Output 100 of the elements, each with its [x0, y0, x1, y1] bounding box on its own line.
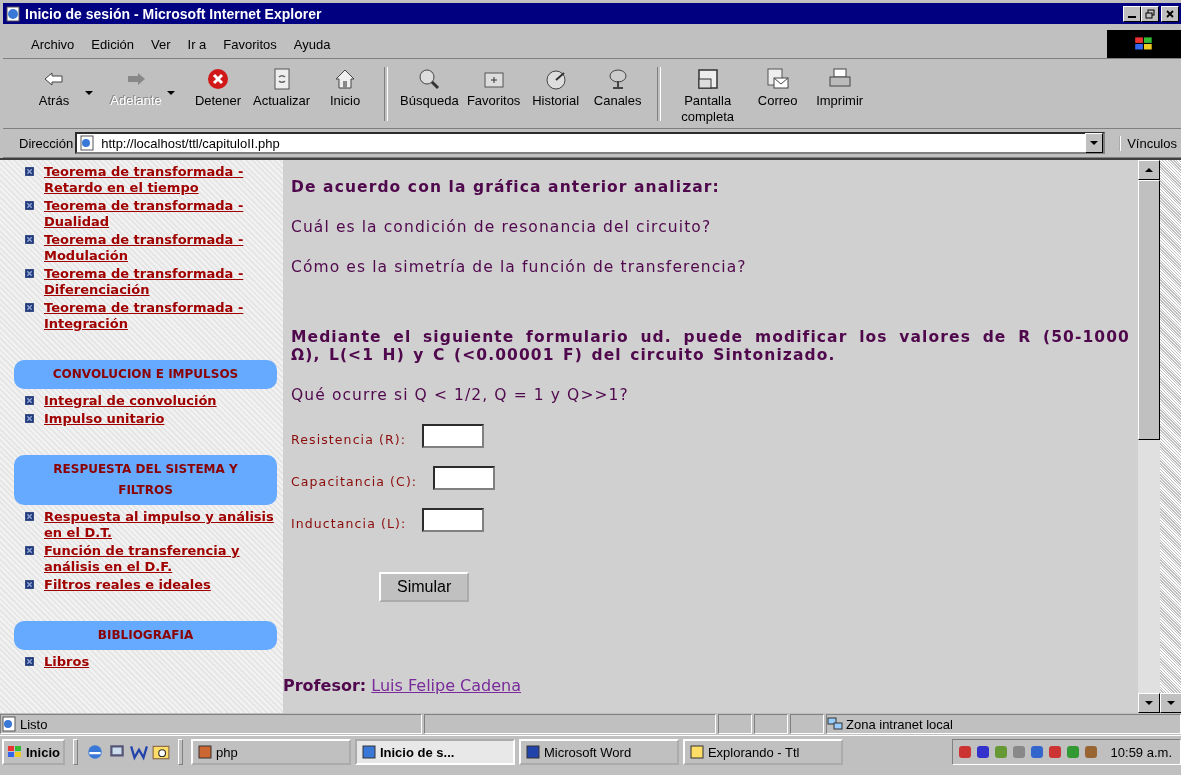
caret-icon: [1090, 141, 1099, 145]
toolbar-button[interactable]: Pantalla completa: [668, 67, 747, 125]
restore-icon: [1145, 8, 1155, 19]
toolbar-button[interactable]: Atrás: [23, 67, 105, 109]
sidebar-link[interactable]: Respuesta al impulso y análisis en el D.T.: [44, 509, 283, 541]
bullet-icon: [24, 234, 35, 245]
page-icon: [1, 716, 17, 732]
clock: 10:59 a.m.: [1110, 744, 1172, 760]
word-icon[interactable]: [129, 743, 148, 761]
bullet-icon: [24, 656, 35, 667]
field-label: Resistencia (R):: [291, 431, 407, 447]
stop-icon: [206, 67, 230, 91]
bullet-icon: [24, 413, 35, 424]
menu-item[interactable]: Ir a: [187, 36, 207, 52]
toolbar-button[interactable]: Actualizar: [249, 67, 315, 109]
page-icon: [79, 135, 96, 151]
sidebar-link[interactable]: Teorema de transformada - Retardo en el tiempo: [44, 164, 283, 196]
sidebar-link[interactable]: Teorema de transformada - Dualidad: [44, 198, 283, 230]
sidebar-link[interactable]: Integral de convolución: [44, 393, 221, 409]
window-icon: [695, 67, 720, 91]
bullet-icon: [24, 166, 35, 177]
professor-label: Profesor:: [283, 676, 367, 695]
content-heading: De acuerdo con la gráfica anterior analizar:: [291, 178, 720, 196]
clock-icon: [543, 67, 568, 91]
sidebar-link[interactable]: Filtros reales e ideales: [44, 577, 215, 593]
section-heading: CONVOLUCION E IMPULSOS: [14, 360, 277, 389]
application-icon: [196, 744, 213, 760]
status-panel: [790, 714, 824, 734]
browser-icon[interactable]: [85, 743, 104, 761]
browser-icon: [360, 744, 377, 760]
field-label: Capacitancia (C):: [291, 473, 418, 489]
taskbar-button[interactable]: Inicio de s...: [354, 739, 515, 765]
section-heading: BIBLIOGRAFIA: [14, 621, 277, 650]
taskbar-button[interactable]: php: [190, 739, 351, 765]
menu-item[interactable]: Ayuda: [293, 36, 331, 52]
bullet-icon: [24, 200, 35, 211]
tray-icon[interactable]: [1046, 744, 1063, 760]
sidebar-link[interactable]: Teorema de transformada - Diferenciación: [44, 266, 283, 298]
input-field[interactable]: [422, 424, 485, 448]
taskbar-button[interactable]: Explorando - Ttl: [682, 739, 843, 765]
bullet-icon: [24, 579, 35, 590]
question-text: Qué ocurre si Q < 1/2, Q = 1 y Q>>1?: [291, 386, 629, 404]
taskbar-button[interactable]: Microsoft Word: [518, 739, 679, 765]
zone-text: Zona intranet local: [846, 716, 953, 732]
minimize-icon: [1128, 15, 1136, 18]
address-field[interactable]: http://localhost/ttl/capituloII.php: [75, 132, 1106, 154]
toolbar-button[interactable]: Inicio: [314, 67, 377, 109]
toolbar-button[interactable]: Imprimir: [808, 67, 871, 109]
toolbar-button[interactable]: Detener: [187, 67, 249, 109]
toolbar-button[interactable]: Canales: [586, 67, 649, 109]
status-panel: [718, 714, 752, 734]
dropdown-button[interactable]: [1085, 133, 1104, 153]
caret-icon: [167, 91, 175, 95]
menu-item[interactable]: Edición: [91, 36, 134, 52]
scrollbar-thumb[interactable]: [1138, 180, 1160, 440]
explorer-icon[interactable]: [151, 743, 170, 761]
caret-icon: [85, 91, 93, 95]
links-label[interactable]: Vínculos: [1119, 135, 1177, 151]
sidebar-link[interactable]: Función de transferencia y análisis en el D.F.: [44, 543, 283, 575]
sidebar-link[interactable]: Teorema de transformada - Modulación: [44, 232, 283, 264]
sidebar-link[interactable]: Impulso unitario: [44, 411, 169, 427]
scroll-down-button[interactable]: [1160, 693, 1181, 713]
bullet-icon: [24, 395, 35, 406]
tray-icon[interactable]: [974, 744, 991, 760]
minimize-button[interactable]: [1123, 5, 1141, 22]
input-field[interactable]: [422, 508, 485, 532]
scroll-up-button[interactable]: [1138, 160, 1160, 180]
bullet-icon: [24, 511, 35, 522]
toolbar-button[interactable]: Historial: [524, 67, 587, 109]
network-icon: [827, 716, 843, 732]
tray-icon[interactable]: [1082, 744, 1099, 760]
restore-button[interactable]: [1141, 5, 1159, 22]
start-button[interactable]: Inicio: [2, 739, 65, 765]
explorer-icon: [688, 744, 705, 760]
tray-icon[interactable]: [1028, 744, 1045, 760]
question-text: Cómo es la simetría de la función de transferencia?: [291, 258, 747, 276]
toolbar-button[interactable]: Correo: [746, 67, 809, 109]
mail-icon: [765, 67, 790, 91]
close-button[interactable]: [1161, 5, 1179, 22]
tray-icon[interactable]: [956, 744, 973, 760]
browser-icon: [5, 5, 21, 22]
scrollbar-track[interactable]: [1160, 160, 1181, 713]
scroll-down-button[interactable]: [1138, 693, 1160, 713]
status-text: Listo: [20, 716, 48, 732]
window-title: Inicio de sesión - Microsoft Internet Explorer: [25, 5, 323, 22]
menu-item[interactable]: Archivo: [31, 36, 75, 52]
word-icon: [524, 744, 541, 760]
bullet-icon: [24, 545, 35, 556]
sidebar-link[interactable]: Libros: [44, 654, 94, 670]
professor-link[interactable]: Luis Felipe Cadena: [371, 676, 522, 695]
simulate-button[interactable]: Simular: [379, 572, 470, 602]
menu-item[interactable]: Ver: [151, 36, 171, 52]
menu-item[interactable]: Favoritos: [223, 36, 277, 52]
input-field[interactable]: [433, 466, 496, 490]
address-label: Dirección: [19, 135, 74, 151]
sidebar-link[interactable]: Teorema de transformada - Integración: [44, 300, 283, 332]
instruction-text: Mediante el siguiente formulario ud. puede modificar los valores de R (50-1000 Ω), L(<1 H) y C (<0.00001 F) del circuito Sintonizado.: [291, 328, 1130, 364]
toolbar-button[interactable]: Favoritos: [462, 67, 525, 109]
bullet-icon: [24, 268, 35, 279]
toolbar-button[interactable]: Búsqueda: [396, 67, 463, 109]
